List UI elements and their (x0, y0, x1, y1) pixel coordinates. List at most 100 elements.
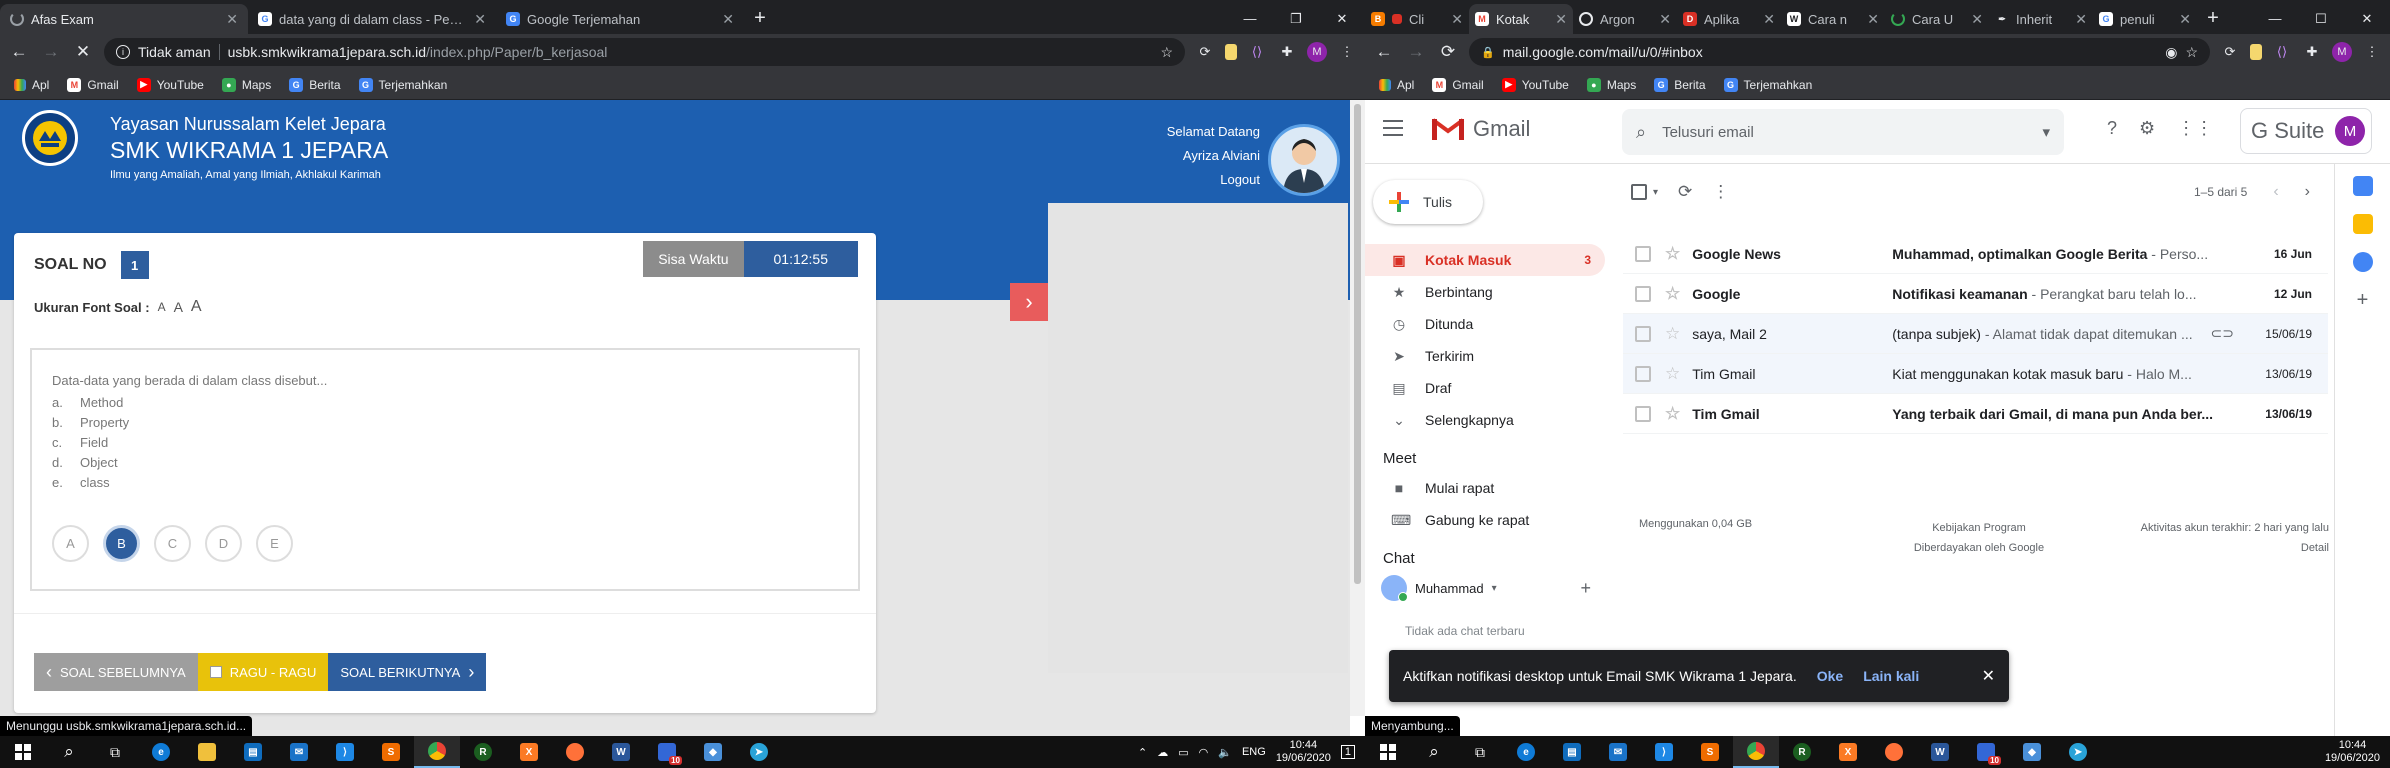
menu-dots-icon[interactable]: ⋮ (1337, 42, 1357, 62)
close-icon[interactable]: ✕ (2179, 11, 2191, 28)
snackbar-later-button[interactable]: Lain kali (1863, 668, 1919, 684)
email-row[interactable]: ☆ saya, Mail 2 (tanpa subjek) - Alamat tid… (1623, 314, 2328, 354)
search-bar[interactable]: ⌕ Telusuri email ▾ (1622, 109, 2064, 155)
refresh-icon[interactable]: ⟳ (1678, 182, 1692, 202)
close-icon[interactable]: ✕ (474, 11, 486, 28)
start-button[interactable] (1365, 736, 1411, 768)
sidebar-item-inbox[interactable]: ▣ Kotak Masuk 3 (1365, 244, 1605, 276)
calendar-icon[interactable] (2352, 176, 2373, 196)
profile-avatar[interactable]: M (2332, 42, 2352, 62)
tab-afas-exam[interactable]: Afas Exam ✕ (0, 4, 248, 34)
doubtful-button[interactable]: RAGU - RAGU (197, 653, 329, 691)
close-icon[interactable]: ✕ (1971, 11, 1983, 28)
profile-avatar[interactable]: M (1307, 42, 1327, 62)
taskbar-mail[interactable]: ✉ (276, 736, 322, 768)
forward-icon[interactable]: → (40, 42, 62, 62)
scrollbar-thumb[interactable] (1354, 104, 1361, 584)
taskbar-xampp[interactable]: X (1825, 736, 1871, 768)
bookmark-gmail[interactable]: M Gmail (1432, 77, 1484, 92)
taskbar-chrome[interactable] (414, 736, 460, 768)
tasks-icon[interactable] (2352, 252, 2373, 272)
reload-icon[interactable]: ⟳ (1437, 42, 1459, 62)
tab-cli[interactable]: B Cli ✕ (1365, 4, 1469, 34)
taskbar-telegram[interactable]: ➤ (2055, 736, 2101, 768)
sidebar-item-drafts[interactable]: ▤ Draf (1365, 372, 1605, 404)
bookmark-youtube[interactable]: ▶ YouTube (136, 77, 204, 92)
taskbar-sublime[interactable]: S (368, 736, 414, 768)
answer-bubble-d[interactable]: D (205, 525, 242, 562)
language-indicator[interactable]: ENG (1242, 746, 1266, 758)
address-bar[interactable]: i Tidak aman usbk.smkwikrama1jepara.sch.… (104, 38, 1185, 66)
menu-dots-icon[interactable]: ⋮ (2362, 42, 2382, 62)
close-loading-icon[interactable]: ✕ (72, 42, 94, 62)
help-icon[interactable]: ? (2107, 118, 2117, 139)
answer-bubble-a[interactable]: A (52, 525, 89, 562)
checkbox-icon[interactable] (1635, 285, 1651, 302)
search-button[interactable]: ⌕ (46, 736, 92, 768)
details-link[interactable]: Detail (2141, 538, 2329, 558)
sidebar-item-starred[interactable]: ★ Berbintang (1365, 276, 1605, 308)
new-tab-button[interactable]: + (744, 4, 776, 34)
volume-icon[interactable]: 🔈 (1218, 746, 1232, 759)
close-icon[interactable]: ✕ (2075, 11, 2087, 28)
sidebar-item-more[interactable]: ⌄ Selengkapnya (1365, 404, 1605, 436)
bookmark-gmail[interactable]: M Gmail (67, 77, 119, 92)
answer-bubble-b[interactable]: B (103, 525, 140, 562)
extension-lamp-icon[interactable] (2250, 44, 2262, 60)
close-icon[interactable]: ✕ (1982, 666, 1995, 686)
tab-cara-1[interactable]: W Cara n ✕ (1781, 4, 1885, 34)
taskbar-edge[interactable]: e (1503, 736, 1549, 768)
star-icon[interactable]: ☆ (1665, 364, 1680, 384)
taskbar-firefox[interactable] (1871, 736, 1917, 768)
meet-join[interactable]: ⌨ Gabung ke rapat (1365, 504, 1605, 536)
close-icon[interactable]: ✕ (226, 11, 238, 28)
chevron-up-icon[interactable]: ⌃ (1138, 746, 1147, 759)
gsuite-account-box[interactable]: G Suite M (2240, 108, 2372, 154)
answer-bubble-e[interactable]: E (256, 525, 293, 562)
bookmark-maps[interactable]: ● Maps (221, 77, 271, 92)
prev-page-icon[interactable]: ‹ (2273, 183, 2278, 201)
add-addon-icon[interactable]: + (2353, 290, 2373, 310)
chevron-down-icon[interactable]: ▾ (1653, 187, 1658, 198)
taskbar-app-green[interactable]: R (460, 736, 506, 768)
sidebar-item-snoozed[interactable]: ◷ Ditunda (1365, 308, 1605, 340)
taskbar-xampp[interactable]: X (506, 736, 552, 768)
bookmark-berita[interactable]: G Berita (1654, 77, 1706, 92)
settings-gear-icon[interactable]: ⚙ (2139, 118, 2155, 139)
search-options-icon[interactable]: ▾ (2042, 123, 2050, 141)
bookmark-berita[interactable]: G Berita (289, 77, 341, 92)
taskbar-telegram[interactable]: ➤ (736, 736, 782, 768)
close-icon[interactable]: ✕ (722, 11, 734, 28)
search-button[interactable]: ⌕ (1411, 736, 1457, 768)
close-icon[interactable]: ✕ (1763, 11, 1775, 28)
star-icon[interactable]: ☆ (1665, 324, 1680, 344)
clock[interactable]: 10:44 19/06/2020 (2325, 739, 2380, 765)
bookmark-terjemahkan[interactable]: G Terjemahkan (1723, 77, 1812, 92)
compose-button[interactable]: Tulis (1373, 180, 1483, 224)
tab-google-translate[interactable]: G Google Terjemahan ✕ (496, 4, 744, 34)
taskbar-mail[interactable]: ✉ (1595, 736, 1641, 768)
keep-icon[interactable] (2352, 214, 2373, 234)
taskbar-store[interactable]: ▤ (1549, 736, 1595, 768)
account-avatar[interactable]: M (2335, 116, 2365, 146)
taskbar-app-blue[interactable]: ◆ (690, 736, 736, 768)
taskbar-chrome[interactable] (1733, 736, 1779, 768)
bookmark-maps[interactable]: ● Maps (1586, 77, 1636, 92)
search-icon[interactable]: ⌕ (1636, 122, 1646, 143)
tab-cara-2[interactable]: Cara U ✕ (1885, 4, 1989, 34)
bookmark-terjemahkan[interactable]: G Terjemahkan (358, 77, 447, 92)
select-all-checkbox[interactable]: ▾ (1631, 184, 1658, 200)
taskbar-firefox[interactable] (552, 736, 598, 768)
checkbox-icon[interactable] (1635, 245, 1651, 262)
chevron-down-icon[interactable]: ▾ (1492, 583, 1497, 594)
font-size-small-button[interactable]: A (158, 300, 166, 314)
taskbar-vscode[interactable]: ⟩ (1641, 736, 1687, 768)
close-icon[interactable]: ✕ (1659, 11, 1671, 28)
close-window-button[interactable]: ✕ (1319, 4, 1365, 34)
search-input[interactable]: Telusuri email (1662, 124, 2026, 141)
address-bar[interactable]: 🔒 mail.google.com/mail/u/0/#inbox ◉ ☆ (1469, 38, 2210, 66)
star-icon[interactable]: ☆ (1665, 284, 1680, 304)
bookmark-star-icon[interactable]: ☆ (1160, 44, 1173, 61)
apps-grid-icon[interactable]: ⋮⋮ (2177, 118, 2213, 139)
taskbar-app-blue[interactable]: ◆ (2009, 736, 2055, 768)
